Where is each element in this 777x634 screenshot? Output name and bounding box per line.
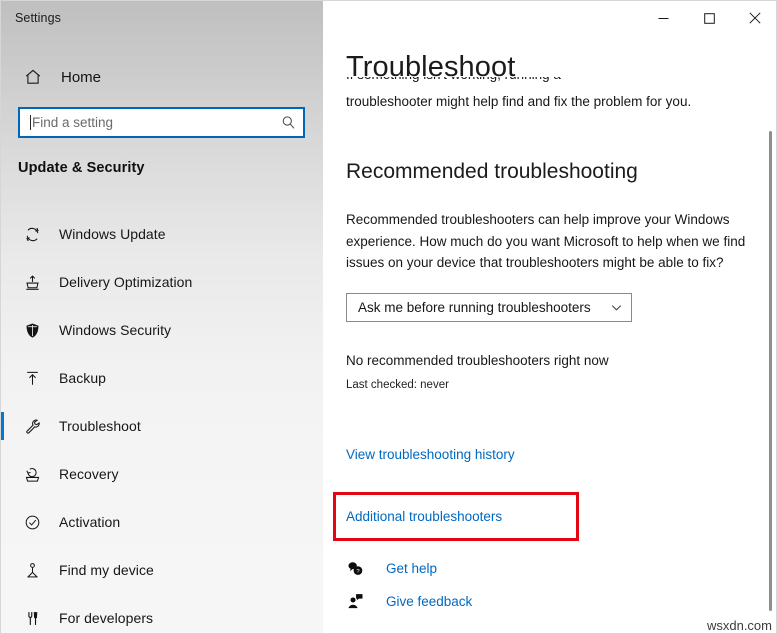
check-circle-icon — [13, 514, 51, 531]
scrollbar-thumb[interactable] — [769, 131, 772, 611]
home-icon — [13, 68, 53, 86]
selection-indicator — [1, 220, 4, 248]
window-controls — [640, 1, 777, 35]
sidebar-item-label: Windows Security — [59, 322, 171, 338]
dropdown-selected-value: Ask me before running troubleshooters — [347, 300, 601, 315]
sidebar-home-label: Home — [61, 69, 101, 86]
status-message: No recommended troubleshooters right now — [346, 353, 609, 368]
wrench-icon — [13, 418, 51, 435]
shield-icon — [13, 322, 51, 339]
sidebar-item-find-my-device[interactable]: Find my device — [1, 546, 323, 594]
main-content: Troubleshoot If something isn't working,… — [323, 1, 777, 634]
close-button[interactable] — [732, 1, 777, 35]
content-scrollbar[interactable] — [763, 35, 777, 634]
section-heading: Recommended troubleshooting — [346, 160, 638, 184]
give-feedback-row[interactable]: Give feedback — [341, 593, 472, 610]
scrolled-clipped-text-inner: If something isn't working, running a — [346, 77, 756, 82]
sidebar-item-label: Troubleshoot — [59, 418, 141, 434]
question-bubble-icon: ? — [341, 560, 369, 577]
delivery-icon — [13, 274, 51, 291]
selection-indicator — [1, 556, 4, 584]
sidebar-item-backup[interactable]: Backup — [1, 354, 323, 402]
maximize-button[interactable] — [686, 1, 732, 35]
search-box[interactable] — [18, 107, 305, 138]
selection-indicator — [1, 460, 4, 488]
sidebar-item-label: For developers — [59, 610, 153, 626]
sidebar-item-activation[interactable]: Activation — [1, 498, 323, 546]
get-help-row[interactable]: ? Get help — [341, 560, 437, 577]
sidebar-nav-list: Windows Update Delivery Optimization — [1, 210, 323, 634]
last-checked-text: Last checked: never — [346, 379, 449, 391]
selection-indicator — [1, 604, 4, 632]
selection-indicator — [1, 268, 4, 296]
recommended-troubleshooting-dropdown[interactable]: Ask me before running troubleshooters — [346, 293, 632, 322]
intro-text: troubleshooter might help find and fix t… — [346, 94, 691, 109]
sidebar-item-for-developers[interactable]: For developers — [1, 594, 323, 634]
recovery-icon — [13, 466, 51, 483]
window-titlebar[interactable]: Settings — [1, 1, 323, 41]
sidebar-item-recovery[interactable]: Recovery — [1, 450, 323, 498]
give-feedback-label[interactable]: Give feedback — [386, 594, 472, 609]
sidebar-item-label: Recovery — [59, 466, 119, 482]
search-input[interactable] — [31, 109, 273, 136]
sidebar: Settings Home Update & Security — [1, 1, 323, 634]
section-description: Recommended troubleshooters can help imp… — [346, 209, 752, 274]
scrolled-clipped-text: If something isn't working, running a — [346, 77, 756, 91]
view-troubleshooting-history-link[interactable]: View troubleshooting history — [346, 447, 515, 462]
feedback-person-icon — [341, 593, 369, 610]
sidebar-item-label: Activation — [59, 514, 120, 530]
sidebar-category-title: Update & Security — [18, 160, 145, 176]
sidebar-item-windows-update[interactable]: Windows Update — [1, 210, 323, 258]
sidebar-item-label: Backup — [59, 370, 106, 386]
sidebar-item-troubleshoot[interactable]: Troubleshoot — [1, 402, 323, 450]
sidebar-item-home[interactable]: Home — [1, 61, 323, 93]
settings-window: Settings Home Update & Security — [0, 0, 777, 634]
selection-indicator — [1, 364, 4, 392]
selection-indicator — [1, 508, 4, 536]
chevron-down-icon — [601, 301, 631, 314]
get-help-label[interactable]: Get help — [386, 561, 437, 576]
selection-indicator — [1, 412, 4, 440]
additional-troubleshooters-link[interactable]: Additional troubleshooters — [346, 509, 502, 524]
watermark: wsxdn.com — [707, 618, 772, 633]
selection-indicator — [1, 316, 4, 344]
upload-arrow-icon — [13, 370, 51, 387]
minimize-button[interactable] — [640, 1, 686, 35]
sync-icon — [13, 226, 51, 243]
sidebar-item-label: Windows Update — [59, 226, 166, 242]
sidebar-item-delivery-optimization[interactable]: Delivery Optimization — [1, 258, 323, 306]
sidebar-item-label: Find my device — [59, 562, 154, 578]
locate-device-icon — [13, 562, 51, 579]
search-icon[interactable] — [273, 115, 303, 130]
sidebar-item-label: Delivery Optimization — [59, 274, 192, 290]
window-title: Settings — [15, 11, 61, 25]
developer-tools-icon — [13, 610, 51, 627]
sidebar-item-windows-security[interactable]: Windows Security — [1, 306, 323, 354]
